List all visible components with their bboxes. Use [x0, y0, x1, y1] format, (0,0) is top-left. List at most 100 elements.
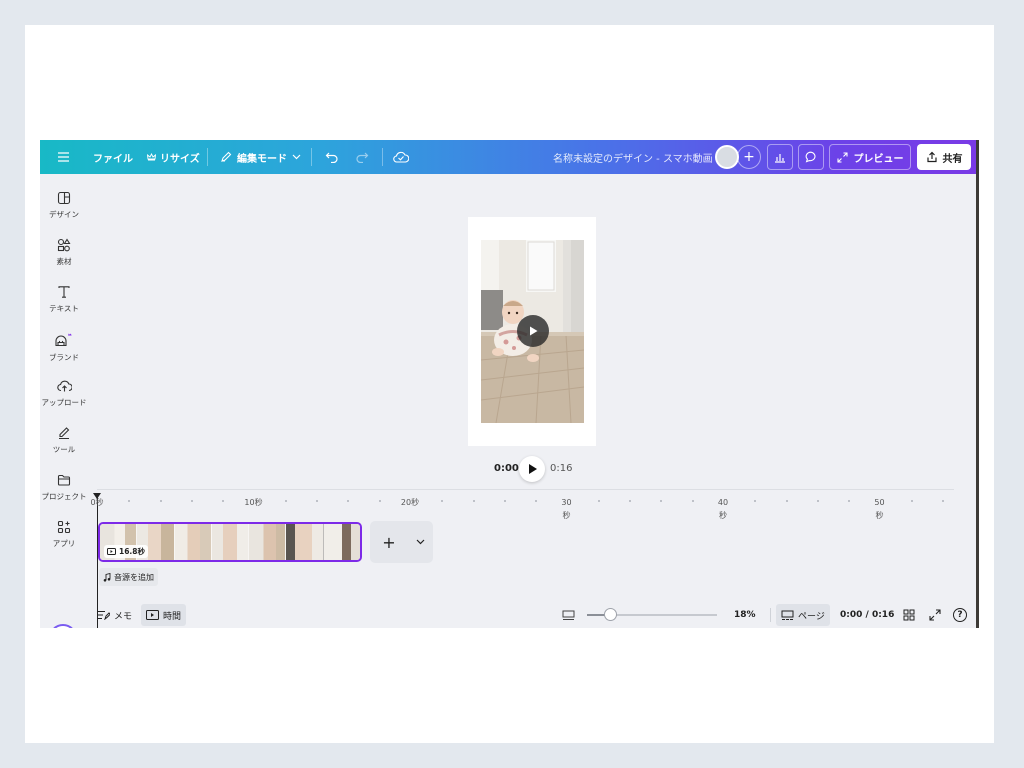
notes-button[interactable]: メモ	[97, 604, 132, 626]
ruler-tick-mark	[347, 500, 350, 502]
plus-icon: +	[743, 149, 755, 165]
time-readout-text: 0:00 / 0:16	[840, 610, 895, 620]
pages-view-button[interactable]: ページ	[776, 604, 830, 626]
add-clip-dropdown[interactable]	[408, 521, 433, 563]
add-collaborator-button[interactable]: +	[737, 145, 761, 169]
sidebar-item-label: ブランド	[49, 353, 79, 362]
current-time: 0:00	[494, 463, 519, 474]
sidebar-item-label: ツール	[52, 445, 76, 454]
design-icon	[57, 191, 71, 205]
sidebar-item-uploads[interactable]: アップロード	[40, 377, 88, 421]
timing-button[interactable]: 時間	[141, 604, 187, 626]
hide-pages-button[interactable]	[562, 604, 575, 626]
video-clip-track[interactable]: 16.8秒	[98, 522, 362, 562]
file-menu[interactable]: ファイル	[93, 140, 133, 174]
ruler-tick-mark	[785, 500, 788, 502]
hamburger-icon	[58, 152, 69, 162]
fullscreen-button[interactable]	[929, 604, 941, 626]
ruler-tick-mark	[128, 500, 131, 502]
zoom-slider-handle[interactable]	[604, 608, 617, 621]
comment-icon	[805, 151, 816, 163]
elements-icon	[57, 238, 71, 252]
resize-label: リサイズ	[160, 153, 200, 165]
expand-icon	[836, 151, 848, 163]
clip-duration-badge: 16.8秒	[104, 545, 149, 558]
ruler-tick-mark	[190, 500, 193, 502]
ruler-tick-mark	[660, 500, 663, 502]
video-play-button[interactable]	[517, 315, 549, 347]
ruler-tick-mark	[222, 500, 225, 502]
ruler-tick-mark	[441, 500, 444, 502]
preview-button[interactable]: プレビュー	[829, 144, 911, 170]
play-icon	[530, 326, 538, 336]
sidebar-item-elements[interactable]: 素材	[40, 236, 88, 280]
video-thumbnail[interactable]	[481, 240, 584, 423]
help-button[interactable]: ?	[953, 604, 967, 626]
avatar[interactable]	[715, 145, 739, 169]
sidebar-item-text[interactable]: テキスト	[40, 283, 88, 327]
play-icon	[528, 464, 537, 474]
save-status-button[interactable]	[393, 140, 409, 174]
sidebar-item-apps[interactable]: アプリ	[40, 518, 88, 562]
play-button[interactable]	[519, 456, 545, 482]
zoom-value: 18%	[734, 610, 756, 620]
sidebar-item-design[interactable]: デザイン	[40, 189, 88, 233]
insights-button[interactable]	[767, 144, 793, 170]
cloud-check-icon	[393, 151, 409, 163]
clip-frame	[174, 524, 212, 560]
magic-assistant-button[interactable]	[49, 624, 77, 628]
resize-button[interactable]: リサイズ	[147, 140, 200, 174]
page-view-icon	[562, 610, 575, 620]
clip-frame	[323, 524, 360, 560]
timeline-divider	[97, 489, 954, 490]
clip-frame	[286, 524, 324, 560]
sidebar-item-brand[interactable]: ブランド	[40, 330, 88, 374]
apps-icon	[57, 520, 71, 534]
time-readout: 0:00 / 0:16	[840, 604, 894, 626]
sidebar-item-label: アップロード	[41, 398, 87, 407]
menu-button[interactable]	[57, 140, 70, 174]
bar-chart-icon	[775, 153, 785, 163]
ruler-tick-mark	[691, 500, 694, 502]
sidebar-item-projects[interactable]: プロジェクト	[40, 471, 88, 515]
editor-window: ファイル リサイズ 編集モード 名称未設定のデザイン - スマホ動画 + プレビ…	[40, 140, 979, 628]
divider	[207, 148, 208, 166]
text-icon	[58, 286, 70, 298]
grid-view-button[interactable]	[903, 604, 915, 626]
file-menu-label: ファイル	[93, 153, 133, 165]
add-clip-control: +	[370, 521, 433, 563]
chevron-down-icon	[292, 154, 301, 160]
pencil-icon	[221, 151, 232, 162]
sidebar: デザイン 素材 テキスト ブランド アップロード ツール プロジェクト アプリ	[40, 174, 88, 628]
share-label: 共有	[942, 153, 963, 165]
sidebar-item-label: 素材	[56, 257, 72, 266]
add-audio-button[interactable]: 音源を追加	[99, 568, 158, 586]
divider	[382, 148, 383, 166]
ruler-tick-label: 20秒	[400, 498, 420, 507]
ruler-tick-mark	[284, 500, 287, 502]
add-clip-button[interactable]: +	[370, 521, 408, 563]
ruler-tick-mark	[535, 500, 538, 502]
sidebar-item-tools[interactable]: ツール	[40, 424, 88, 468]
ruler-tick-mark	[942, 500, 945, 502]
edit-mode-dropdown[interactable]: 編集モード	[220, 140, 301, 174]
timing-label: 時間	[163, 611, 182, 622]
ruler-tick-mark	[503, 500, 506, 502]
comments-button[interactable]	[798, 144, 824, 170]
video-icon	[107, 548, 116, 555]
edit-mode-label: 編集モード	[237, 153, 287, 165]
share-button[interactable]: 共有	[917, 144, 971, 170]
zoom-value-button[interactable]: 18%	[734, 604, 756, 626]
design-page[interactable]	[468, 217, 596, 446]
undo-button[interactable]	[325, 140, 339, 174]
redo-button[interactable]	[355, 140, 369, 174]
document-title[interactable]: 名称未設定のデザイン - スマホ動画	[553, 140, 713, 174]
fullscreen-icon	[929, 609, 941, 621]
clip-duration: 16.8秒	[119, 547, 146, 556]
sidebar-item-label: デザイン	[49, 210, 79, 219]
brand-icon	[55, 333, 72, 347]
ruler-tick-mark	[378, 500, 381, 502]
divider	[311, 148, 312, 166]
sidebar-item-label: アプリ	[52, 539, 76, 548]
share-icon	[926, 151, 937, 163]
